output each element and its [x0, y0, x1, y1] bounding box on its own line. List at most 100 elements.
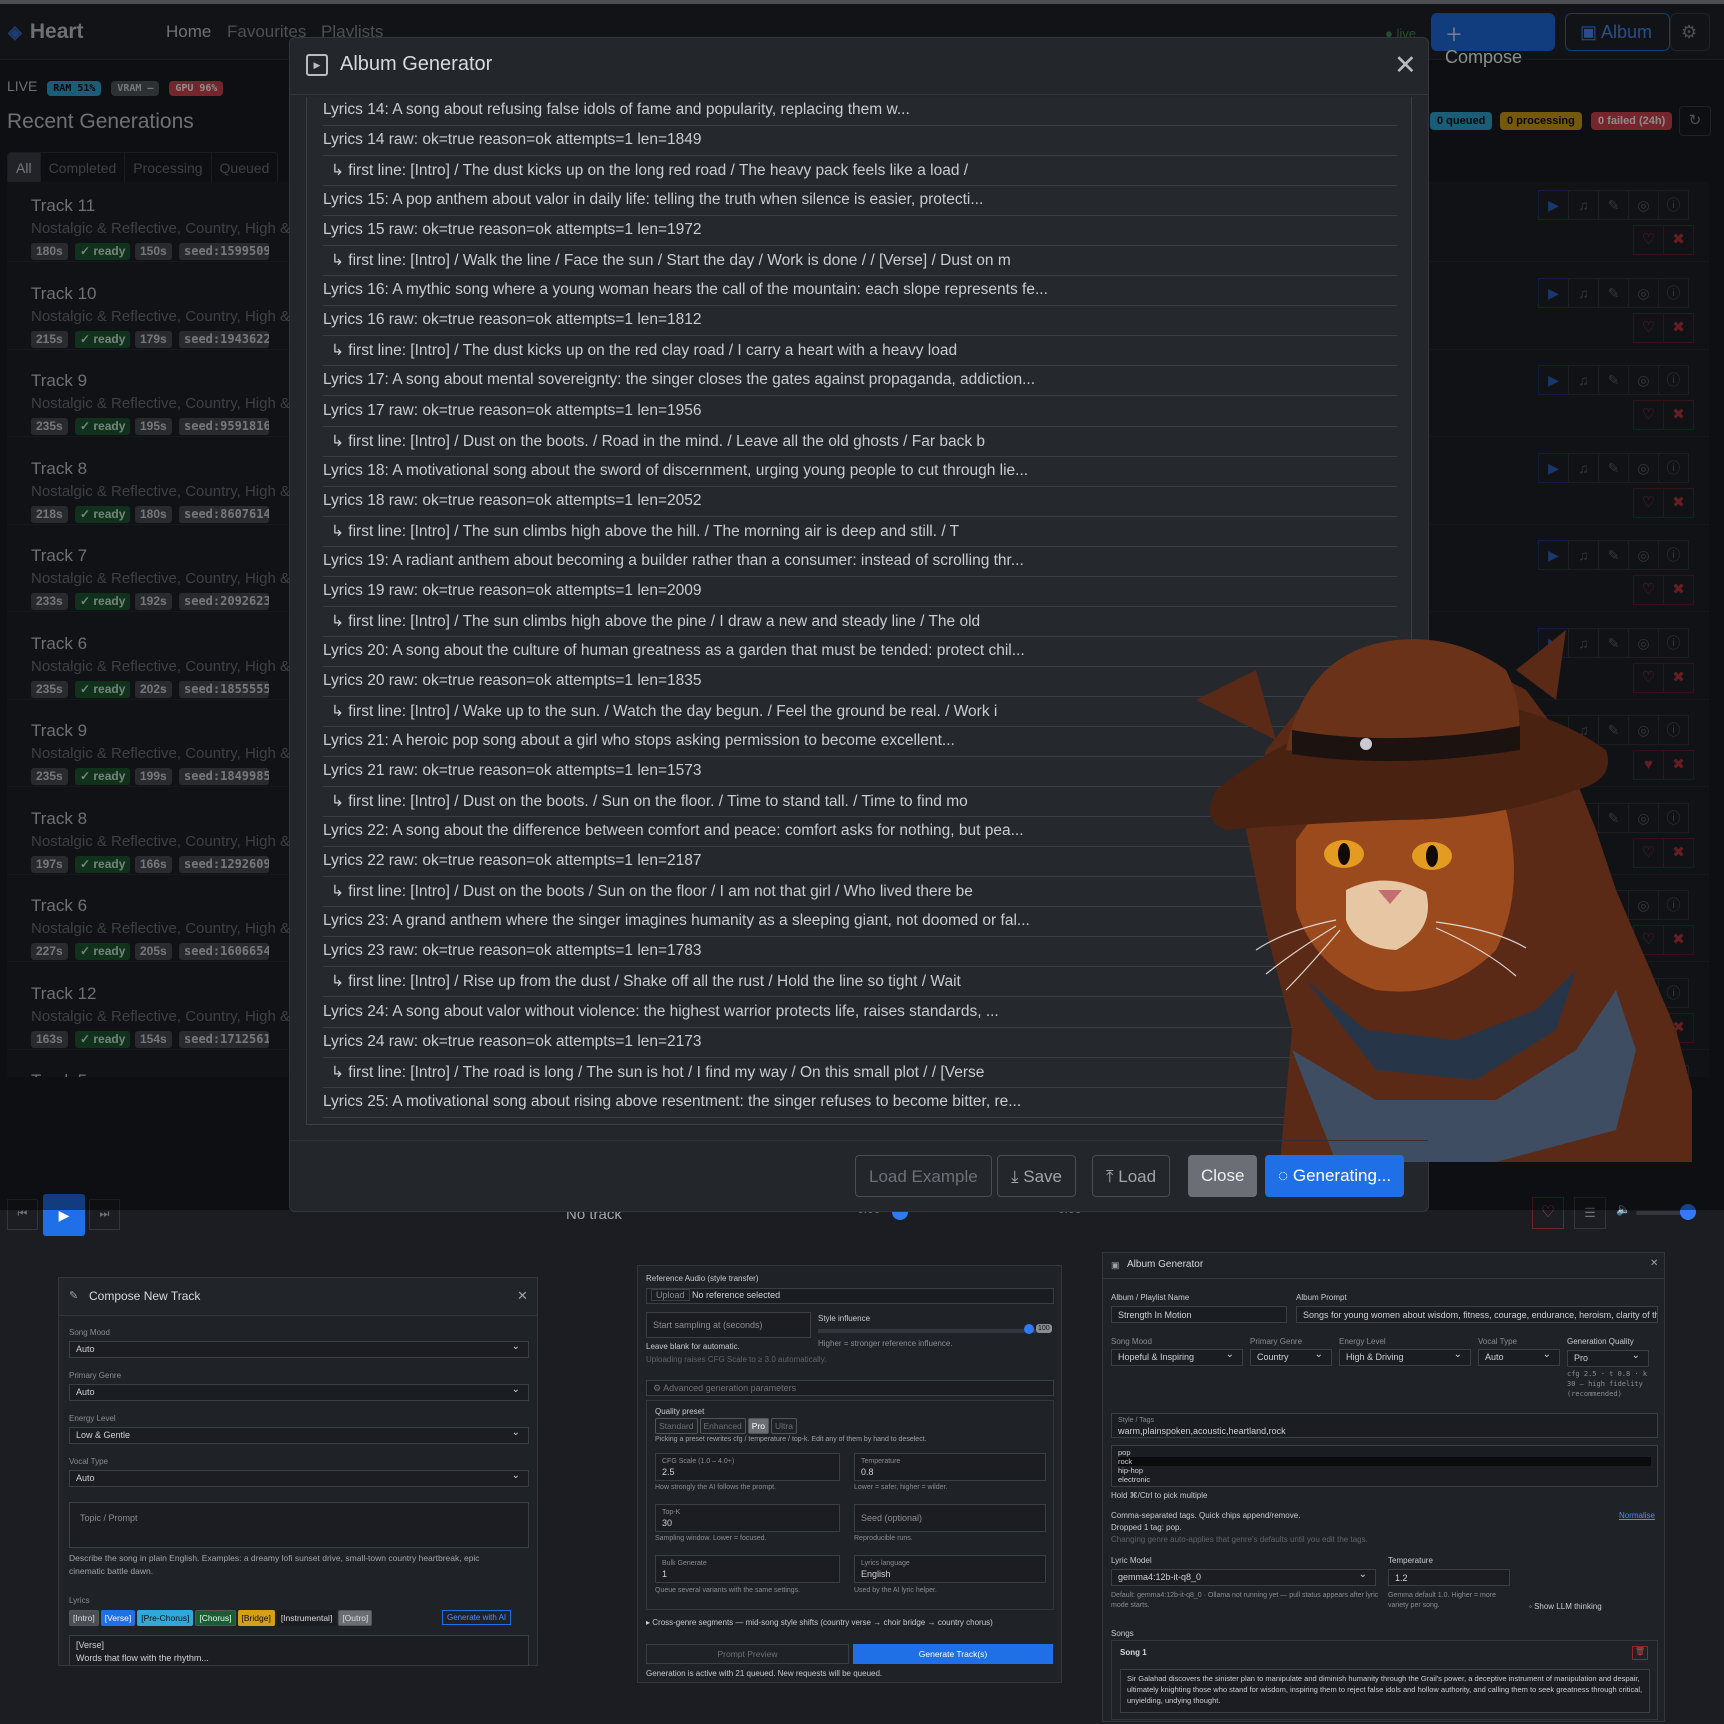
- vocal-select[interactable]: Auto: [69, 1470, 529, 1487]
- genre-option-pop[interactable]: pop: [1118, 1448, 1651, 1457]
- modal-footer: Load Example ⤓ Save ⤒ Load Close ◌ Gener…: [290, 1140, 1428, 1212]
- bulk-value: 1: [662, 1569, 668, 1579]
- song-1-prompt[interactable]: Sir Galahad discovers the sinister plan …: [1120, 1669, 1650, 1713]
- thinking-toggle[interactable]: ◦ Show LLM thinking: [1529, 1602, 1602, 1611]
- chip-chorus[interactable]: [Chorus]: [195, 1610, 236, 1626]
- song-card: Song 1 🗑 Sir Galahad discovers the sinis…: [1111, 1640, 1658, 1720]
- vocal-label: Vocal Type: [69, 1457, 108, 1466]
- chip-verse[interactable]: [Verse]: [100, 1610, 136, 1626]
- seed-input[interactable]: Seed (optional): [854, 1504, 1046, 1532]
- lyrics-textarea[interactable]: [Verse] Words that flow with the rhythm..…: [69, 1635, 529, 1665]
- mood-select[interactable]: Hopeful & Inspiring: [1111, 1349, 1243, 1366]
- chip-intro[interactable]: [Intro]: [69, 1610, 99, 1626]
- genre-select[interactable]: Country: [1250, 1349, 1332, 1366]
- tags-value: warm,plainspoken,acoustic,heartland,rock: [1118, 1426, 1286, 1436]
- preset-enhanced[interactable]: Enhanced: [699, 1418, 746, 1434]
- prompt-preview-button[interactable]: Prompt Preview: [646, 1644, 849, 1664]
- genre-option-hip-hop[interactable]: hip-hop: [1118, 1466, 1651, 1475]
- album-generator-modal: ▶ Album Generator ✕ Lyrics 14: A song ab…: [289, 37, 1692, 1212]
- topk-input[interactable]: Top-K 30: [655, 1504, 840, 1532]
- bulk-input[interactable]: Bulk Generate 1: [655, 1555, 840, 1583]
- load-label: Load: [1118, 1167, 1157, 1186]
- preset-ultra[interactable]: Ultra: [771, 1418, 797, 1434]
- style-slider-handle[interactable]: [1024, 1324, 1034, 1334]
- ref-audio-label: Reference Audio (style transfer): [646, 1274, 759, 1283]
- compose-title: Compose New Track: [89, 1289, 201, 1303]
- song-mood-select[interactable]: Auto: [69, 1341, 529, 1358]
- album-name-input[interactable]: Strength In Motion: [1111, 1306, 1287, 1323]
- upload-button[interactable]: Upload: [651, 1289, 690, 1301]
- log-line: ↳ first line: [Intro] / The dust kicks u…: [323, 337, 1397, 367]
- cowboy-cat-image: [1196, 630, 1692, 1162]
- preset-pro[interactable]: Pro: [747, 1418, 770, 1434]
- close-icon[interactable]: ✕: [1650, 1258, 1658, 1269]
- upload-icon: ⤒: [1106, 1167, 1114, 1186]
- energy-select[interactable]: Low & Gentle: [69, 1427, 529, 1444]
- genre-label: Primary Genre: [69, 1371, 122, 1380]
- lyric-model-select[interactable]: gemma4:12b-it-q8_0: [1111, 1569, 1376, 1586]
- save-button[interactable]: ⤓ Save: [997, 1155, 1076, 1197]
- model-note: Default: gemma4:12b-it-q8_0 · Ollama not…: [1111, 1592, 1379, 1609]
- advanced-label: Advanced generation parameters: [663, 1383, 797, 1393]
- advanced-panel: Quality preset Standard Enhanced Pro Ultra …: [646, 1400, 1054, 1610]
- genre-multiselect[interactable]: pop rock hip-hop electronic: [1111, 1445, 1658, 1487]
- language-value: English: [861, 1569, 891, 1579]
- close-button[interactable]: Close: [1188, 1155, 1258, 1197]
- vocal-select[interactable]: Auto: [1478, 1349, 1560, 1366]
- genre-option-rock[interactable]: rock: [1118, 1457, 1651, 1466]
- quality-note: cfg 2.5 · t 0.8 · k 30 — high fidelity (…: [1567, 1370, 1648, 1398]
- cross-genre-row[interactable]: ▸ Cross-genre segments — mid-song style …: [646, 1618, 993, 1627]
- temp-help: Lower = safer, higher = wilder.: [854, 1484, 948, 1491]
- generating-button[interactable]: ◌ Generating...: [1265, 1155, 1405, 1197]
- album-prompt-input[interactable]: Songs for young women about wisdom, fitn…: [1296, 1306, 1658, 1323]
- load-example-button[interactable]: Load Example: [855, 1155, 992, 1197]
- ref-audio-field[interactable]: Upload No reference selected: [646, 1288, 1054, 1304]
- energy-select[interactable]: High & Driving: [1339, 1349, 1471, 1366]
- log-line: Lyrics 14: A song about refusing false i…: [323, 97, 1397, 126]
- topic-input[interactable]: Topic / Prompt: [69, 1502, 529, 1548]
- style-tags-input[interactable]: Style / Tags warm,plainspoken,acoustic,he…: [1111, 1413, 1658, 1438]
- generate-tracks-button[interactable]: Generate Track(s): [853, 1644, 1053, 1664]
- active-note: Generation is active with 21 queued. New…: [646, 1669, 883, 1678]
- lyric-model-label: Lyric Model: [1111, 1556, 1152, 1565]
- advanced-toggle[interactable]: ⚙ Advanced generation parameters: [646, 1380, 1054, 1396]
- topic-help: Describe the song in plain English. Exam…: [69, 1553, 480, 1576]
- log-line: ↳ first line: [Intro] / Walk the line / …: [323, 247, 1397, 277]
- cross-genre-note: — mid-song style shifts (country verse →…: [735, 1618, 993, 1627]
- song-mood-label: Song Mood: [69, 1328, 110, 1337]
- chip-instrumental[interactable]: [Instrumental]: [276, 1610, 337, 1626]
- genre-select[interactable]: Auto: [69, 1384, 529, 1401]
- normalise-link[interactable]: Normalise: [1619, 1511, 1655, 1520]
- temperature-input[interactable]: 1.2: [1388, 1569, 1510, 1586]
- language-select[interactable]: Lyrics language English: [854, 1555, 1046, 1583]
- bulk-help: Queue several variants with the same set…: [655, 1587, 801, 1594]
- trash-icon[interactable]: 🗑: [1632, 1646, 1648, 1660]
- modal-header: ▶ Album Generator ✕: [290, 38, 1428, 95]
- energy-label: Energy Level: [1339, 1337, 1386, 1346]
- load-button[interactable]: ⤒ Load: [1092, 1155, 1171, 1197]
- close-icon[interactable]: ✕: [1394, 50, 1417, 81]
- quality-select[interactable]: Pro: [1567, 1350, 1649, 1367]
- album-icon: ▶: [306, 54, 328, 76]
- preset-standard[interactable]: Standard: [655, 1418, 698, 1434]
- spinner-icon: ◌: [1278, 1166, 1289, 1185]
- generating-label: Generating...: [1292, 1166, 1392, 1185]
- chip-bridge[interactable]: [Bridge]: [237, 1610, 275, 1626]
- temperature-label: Temperature: [1388, 1556, 1433, 1565]
- log-line: Lyrics 17: A song about mental sovereign…: [323, 367, 1397, 397]
- album-icon: ▣: [1111, 1260, 1120, 1270]
- songs-label: Songs: [1111, 1629, 1134, 1638]
- cfg-input[interactable]: CFG Scale (1.0 – 4.0+) 2.5: [655, 1453, 840, 1481]
- generate-ai-button[interactable]: Generate with AI: [442, 1610, 512, 1625]
- chip-outro[interactable]: [Outro]: [338, 1610, 373, 1626]
- start-sampling-input[interactable]: Start sampling at (seconds): [646, 1312, 811, 1338]
- thinking-label: Show LLM thinking: [1534, 1602, 1602, 1611]
- mood-label: Song Mood: [1111, 1337, 1152, 1346]
- log-line: Lyrics 18 raw: ok=true reason=ok attempt…: [323, 488, 1397, 517]
- chip-pre-chorus[interactable]: [Pre-Chorus]: [137, 1610, 194, 1626]
- temperature-input[interactable]: Temperature 0.8: [854, 1453, 1046, 1481]
- higher-note: Higher = stronger reference influence.: [818, 1339, 953, 1348]
- genre-option-electronic[interactable]: electronic: [1118, 1475, 1651, 1484]
- style-slider[interactable]: [818, 1329, 1036, 1333]
- close-icon[interactable]: ✕: [517, 1288, 528, 1304]
